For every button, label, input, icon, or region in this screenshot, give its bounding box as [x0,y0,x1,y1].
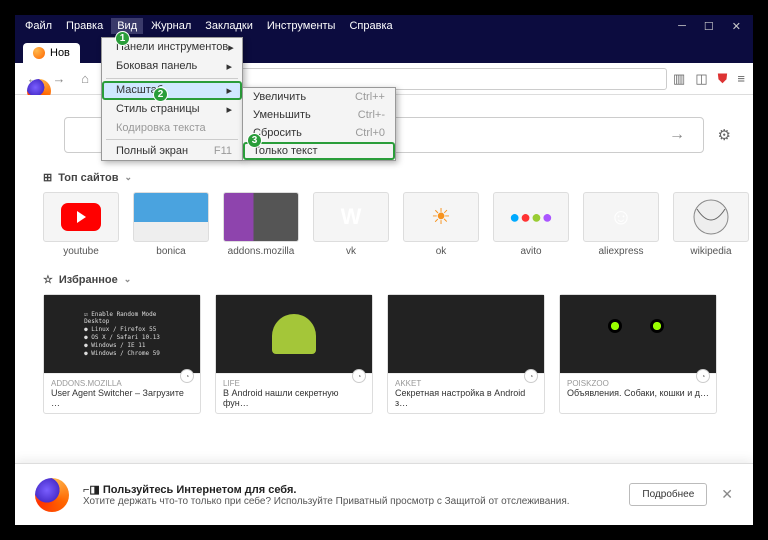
tile-vk[interactable]: Wvk [313,192,389,257]
minimize-button[interactable]: ─ [678,20,686,33]
chevron-down-icon: ⌄ [124,274,132,285]
promo-footer: ⌐◨ Пользуйтесь Интернетом для себя. Хоти… [15,463,753,525]
menu-file[interactable]: Файл [19,18,58,34]
promo-heading: Пользуйтесь Интернетом для себя. [103,484,297,496]
favorites-label: Избранное [59,274,118,286]
learn-more-button[interactable]: Подробнее [629,483,707,506]
tab-title: Нов [50,47,70,59]
favorites-header[interactable]: ☆ Избранное ⌄ [43,273,725,286]
grid-icon: ⊞ [43,171,52,184]
tile-ok[interactable]: ☀ok [403,192,479,257]
annotation-badge-2: 2 [153,87,168,102]
view-menu-dropdown: Панели инструментов▸ Боковая панель▸ Мас… [101,37,243,161]
close-button[interactable]: ✕ [732,20,741,33]
tile-wikipedia[interactable]: wikipedia [673,192,749,257]
browser-tab[interactable]: Нов [23,43,80,63]
menu-view[interactable]: Вид [111,18,143,34]
home-button[interactable]: ⌂ [75,71,95,86]
card-akket[interactable]: ◔ AKKETСекретная настройка в Android з… [387,294,545,414]
menu-help[interactable]: Справка [343,18,398,34]
menu-bar: Файл Правка Вид Журнал Закладки Инструме… [15,18,678,34]
dismiss-promo-button[interactable]: ✕ [721,486,733,503]
menu-edit[interactable]: Правка [60,18,109,34]
tile-aliexpress[interactable]: ☺aliexpress [583,192,659,257]
maximize-button[interactable]: ☐ [704,20,714,33]
top-sites-label: Топ сайтов [58,172,118,184]
annotation-badge-3: 3 [247,133,262,148]
menuitem-zoom[interactable]: Масштаб▸ [102,81,242,100]
top-sites-grid: youtube bonica addons.mozilla Wvk ☀ok ●●… [43,192,725,257]
star-icon: ☆ [43,273,53,286]
menuitem-encoding: Кодировка текста [102,119,242,137]
menuitem-zoom-out[interactable]: УменьшитьCtrl+- [243,106,395,124]
sidebar-icon[interactable]: ◫ [695,71,707,87]
menuitem-sidebar[interactable]: Боковая панель▸ [102,57,242,76]
forward-button[interactable]: → [49,71,69,86]
menu-tools[interactable]: Инструменты [261,18,342,34]
tile-bonica[interactable]: bonica [133,192,209,257]
menuitem-zoom-reset[interactable]: СброситьCtrl+0 [243,124,395,142]
menuitem-zoom-in[interactable]: УвеличитьCtrl++ [243,88,395,106]
zoom-submenu: УвеличитьCtrl++ УменьшитьCtrl+- Сбросить… [242,87,396,161]
top-sites-header[interactable]: ⊞ Топ сайтов ⌄ [43,171,725,184]
card-poiskzoo[interactable]: ◔ POISKZOOОбъявления. Собаки, кошки и д… [559,294,717,414]
mask-icon: ⌐◨ [83,484,100,496]
menuitem-text-only[interactable]: Только текст [243,142,395,160]
shield-icon[interactable]: ⛊ [718,71,728,87]
menu-bookmarks[interactable]: Закладки [199,18,259,34]
annotation-badge-1: 1 [115,31,130,46]
settings-gear-icon[interactable]: ⚙ [718,126,731,144]
promo-body: Хотите держать что-то только при себе? И… [83,496,570,507]
tile-youtube[interactable]: youtube [43,192,119,257]
tile-addons[interactable]: addons.mozilla [223,192,299,257]
search-go-icon[interactable]: → [669,126,685,144]
card-life[interactable]: ◔ LIFEВ Android нашли секретную фун… [215,294,373,414]
firefox-logo-icon [35,478,69,512]
favorites-grid: ☑ Enable Random ModeDesktop● Linux / Fir… [43,294,725,414]
menuitem-fullscreen[interactable]: Полный экранF11 [102,142,242,160]
tile-avito[interactable]: ●●●●avito [493,192,569,257]
clock-icon: ◔ [696,369,710,383]
menu-icon[interactable]: ≡ [737,71,745,87]
clock-icon: ◔ [352,369,366,383]
menuitem-page-style[interactable]: Стиль страницы▸ [102,100,242,119]
chevron-down-icon: ⌄ [125,172,133,183]
menu-history[interactable]: Журнал [145,18,197,34]
card-addons[interactable]: ☑ Enable Random ModeDesktop● Linux / Fir… [43,294,201,414]
clock-icon: ◔ [180,369,194,383]
firefox-favicon-icon [33,47,45,59]
clock-icon: ◔ [524,369,538,383]
library-icon[interactable]: ▥ [673,71,685,87]
